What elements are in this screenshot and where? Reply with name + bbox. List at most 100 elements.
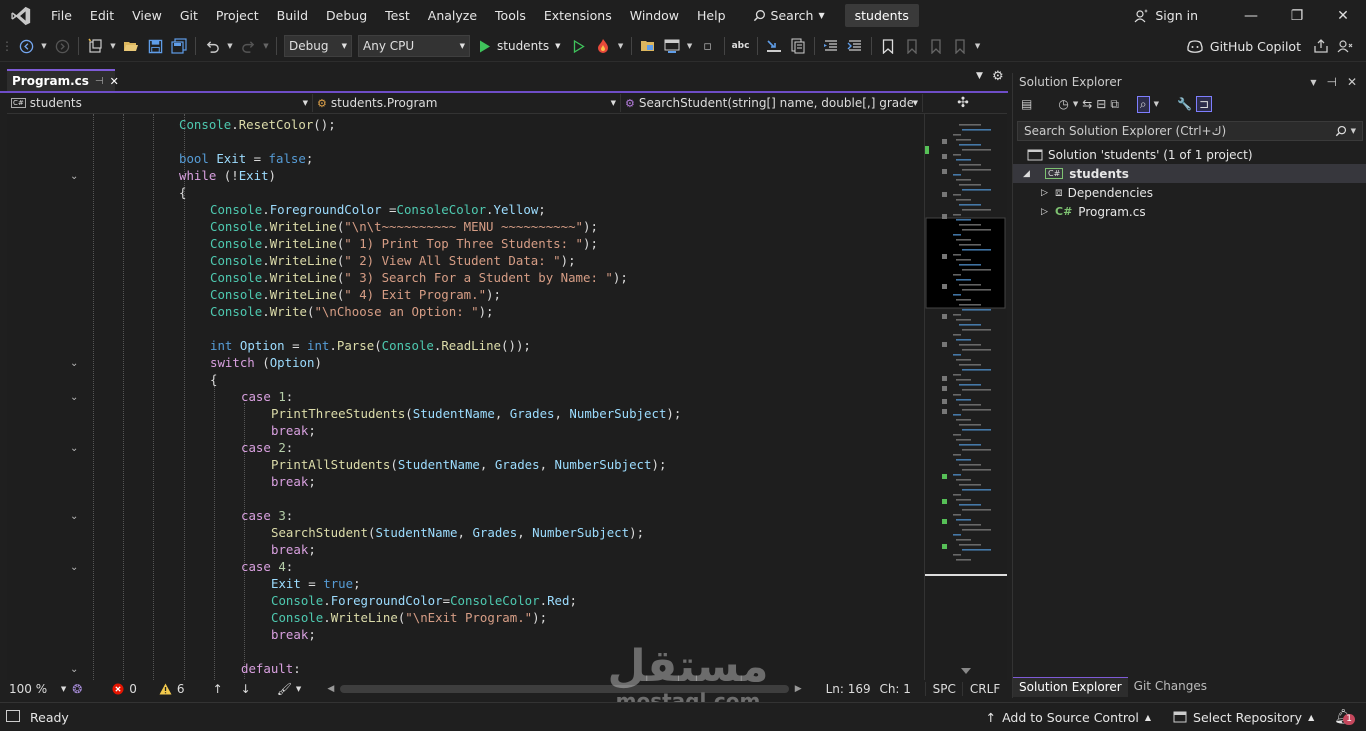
minimize-icon[interactable]: — [1228, 8, 1274, 24]
tab-overflow-icon[interactable]: ▼ [976, 71, 983, 81]
pin-icon[interactable]: ⊣ [95, 76, 104, 87]
menu-help[interactable]: Help [688, 0, 735, 31]
breakpoints-window-icon[interactable] [787, 35, 809, 57]
gear-icon[interactable]: ⚙ [992, 69, 1004, 84]
collapsed-arrow-icon[interactable]: ▷ [1041, 188, 1055, 198]
chevron-down-icon[interactable]: ▼ [1073, 100, 1078, 108]
solution-name-badge[interactable]: students [844, 4, 919, 27]
menu-project[interactable]: Project [207, 0, 268, 31]
code-line[interactable]: Console.WriteLine(" 3) Search For a Stud… [7, 269, 681, 286]
chevron-down-icon[interactable]: ▼ [1154, 100, 1159, 108]
bookmark-icon[interactable] [877, 35, 899, 57]
layout-icon[interactable] [661, 35, 683, 57]
code-line[interactable]: default: [7, 660, 681, 677]
tree-dependencies-node[interactable]: ▷ ⧈ Dependencies [1013, 183, 1366, 202]
errors-indicator[interactable]: 0 [112, 682, 137, 696]
collapsed-arrow-icon[interactable]: ▷ [1041, 207, 1055, 217]
pending-changes-icon[interactable]: ◷ [1058, 97, 1068, 111]
tab-program-cs[interactable]: Program.cs ⊣ ✕ [7, 69, 119, 91]
pin-icon[interactable]: ⊣ [1326, 75, 1336, 89]
code-line[interactable]: break; [7, 626, 681, 643]
feedback-icon[interactable] [1334, 35, 1356, 57]
code-line[interactable]: break; [7, 541, 681, 558]
collapse-all-icon[interactable]: ⊟ [1096, 97, 1106, 111]
menu-build[interactable]: Build [268, 0, 317, 31]
switch-views-icon[interactable]: ▤ [1021, 97, 1032, 111]
chevron-down-icon[interactable]: ▼ [296, 685, 301, 693]
code-line[interactable]: PrintAllStudents(StudentName, Grades, Nu… [7, 456, 681, 473]
add-to-source-control-button[interactable]: ↑ Add to Source Control ▲ [986, 710, 1151, 725]
code-line[interactable]: int Option = int.Parse(Console.ReadLine(… [7, 337, 681, 354]
new-project-icon[interactable] [84, 35, 106, 57]
project-dropdown[interactable]: C# students ▼ [7, 94, 313, 112]
code-line[interactable]: Console.ForegroundColor=ConsoleColor.Red… [7, 592, 681, 609]
next-bookmark-icon[interactable] [925, 35, 947, 57]
intellicode-icon[interactable]: ❂ [72, 682, 82, 696]
undo-icon[interactable] [201, 35, 223, 57]
chevron-down-icon[interactable]: ▼ [973, 35, 983, 57]
scroll-right-icon[interactable]: ▶ [795, 684, 802, 694]
menu-test[interactable]: Test [376, 0, 419, 31]
code-line[interactable]: Console.ResetColor(); [7, 116, 681, 133]
solution-search-input[interactable]: Search Solution Explorer (Ctrl+ك) ▼ [1017, 121, 1363, 141]
code-line[interactable] [7, 133, 681, 150]
code-line[interactable]: Console.WriteLine(" 1) Print Top Three S… [7, 235, 681, 252]
tree-solution-node[interactable]: Solution 'students' (1 of 1 project) [1013, 145, 1366, 164]
menu-edit[interactable]: Edit [81, 0, 123, 31]
save-all-icon[interactable] [168, 35, 190, 57]
minimap-scrollbar[interactable] [924, 114, 1007, 680]
code-line[interactable] [7, 643, 681, 660]
properties-wrench-icon[interactable]: 🔧 [1177, 97, 1192, 111]
step-into-icon[interactable] [763, 35, 785, 57]
more-icon[interactable]: ▫ [697, 35, 719, 57]
code-editor[interactable]: ⌄ ⌄ ⌄ ⌄ ⌄ ⌄ ⌄ Console.ResetColor(); bool … [7, 114, 924, 680]
comment-lines-icon[interactable] [844, 35, 866, 57]
code-line[interactable]: Console.ForegroundColor =ConsoleColor.Ye… [7, 201, 681, 218]
next-issue-icon[interactable]: ↓ [241, 682, 251, 696]
show-all-files-icon[interactable]: ⧉ [1110, 97, 1119, 112]
start-debugging-button[interactable]: students ▼ [479, 39, 561, 53]
expanded-arrow-icon[interactable]: ◢ [1023, 169, 1037, 179]
chevron-down-icon[interactable]: ▼ [261, 35, 271, 57]
code-line[interactable] [7, 490, 681, 507]
code-line[interactable]: case 3: [7, 507, 681, 524]
chevron-down-icon[interactable]: ▼ [108, 35, 118, 57]
redo-icon[interactable] [237, 35, 259, 57]
chevron-down-icon[interactable]: ▼ [685, 35, 695, 57]
notifications-button[interactable]: 🔔︎ 1 [1334, 709, 1355, 725]
code-line[interactable]: Console.WriteLine("\n\t~~~~~~~~~~ MENU ~… [7, 218, 681, 235]
tree-project-node[interactable]: ◢ C# students [1013, 164, 1366, 183]
code-line[interactable]: case 4: [7, 558, 681, 575]
code-cleanup-icon[interactable]: 🖌 [277, 682, 292, 696]
spell-check-icon[interactable]: abc [730, 35, 752, 57]
column-number[interactable]: Ch: 1 [879, 682, 925, 696]
close-icon[interactable]: ✕ [1320, 8, 1366, 24]
github-copilot-button[interactable]: GitHub Copilot [1186, 38, 1301, 54]
chevron-down-icon[interactable]: ▼ [225, 35, 235, 57]
tab-solution-explorer[interactable]: Solution Explorer [1013, 677, 1128, 697]
code-line[interactable]: bool Exit = false; [7, 150, 681, 167]
menu-tools[interactable]: Tools [486, 0, 535, 31]
whitespace-mode[interactable]: SPC [925, 682, 962, 696]
code-line[interactable]: break; [7, 473, 681, 490]
start-without-debugging-icon[interactable] [568, 35, 590, 57]
window-position-icon[interactable]: ▼ [1310, 78, 1316, 87]
warnings-indicator[interactable]: 6 [159, 682, 185, 696]
line-ending[interactable]: CRLF [962, 682, 1007, 696]
save-icon[interactable] [144, 35, 166, 57]
code-line[interactable]: switch (Option) [7, 354, 681, 371]
code-line[interactable]: Console.WriteLine(" 4) Exit Program."); [7, 286, 681, 303]
menu-git[interactable]: Git [171, 0, 207, 31]
toolbar-grip-icon[interactable]: ⋮ [0, 39, 14, 53]
code-line[interactable]: PrintThreeStudents(StudentName, Grades, … [7, 405, 681, 422]
solution-configuration-select[interactable]: Debug ▼ [284, 35, 352, 57]
sync-with-document-icon[interactable]: ⇆ [1082, 97, 1092, 111]
menu-extensions[interactable]: Extensions [535, 0, 621, 31]
code-line[interactable]: case 1: [7, 388, 681, 405]
code-line[interactable]: { [7, 371, 681, 388]
code-line[interactable]: case 2: [7, 439, 681, 456]
close-icon[interactable]: ✕ [1347, 75, 1357, 89]
menu-debug[interactable]: Debug [317, 0, 376, 31]
navigate-back-icon[interactable] [15, 35, 37, 57]
search-button[interactable]: Search ▼ [745, 8, 833, 23]
